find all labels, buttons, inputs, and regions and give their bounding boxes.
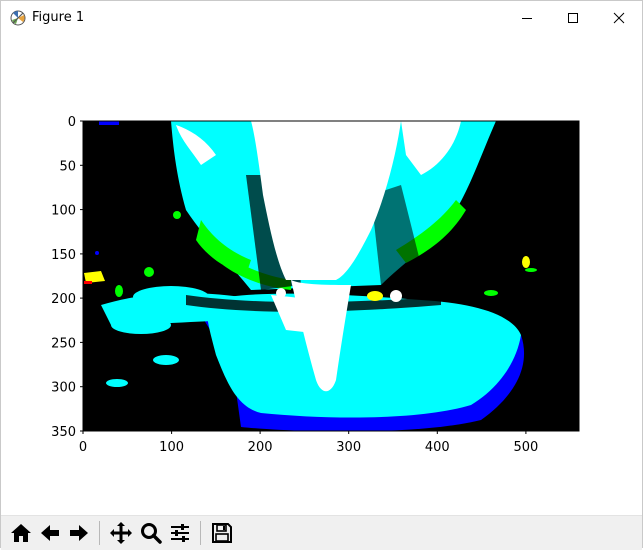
x-tick-label: 0	[79, 440, 87, 455]
image-axes: 0 50 100 150 200 250 300 350 0 100 200 3…	[51, 115, 580, 455]
pan-button[interactable]	[107, 519, 134, 546]
y-tick-label: 200	[51, 292, 76, 307]
toolbar-separator	[200, 521, 201, 545]
window-title: Figure 1	[32, 10, 85, 25]
y-tick-label: 150	[51, 248, 76, 263]
floppy-disk-icon	[211, 522, 232, 543]
maximize-icon	[568, 13, 578, 23]
title-bar[interactable]: Figure 1	[1, 1, 642, 35]
minimize-icon	[522, 18, 532, 19]
plot-canvas[interactable]: 0 50 100 150 200 250 300 350 0 100 200 3…	[1, 35, 642, 515]
x-tick-label: 200	[248, 440, 273, 455]
y-tick-label: 250	[51, 336, 76, 351]
y-tick-label: 100	[51, 204, 76, 219]
navigation-toolbar	[1, 515, 642, 550]
x-axis: 0 100 200 300 400 500	[79, 431, 538, 455]
save-button[interactable]	[208, 519, 235, 546]
home-icon	[10, 523, 31, 542]
minimize-button[interactable]	[504, 1, 550, 35]
arrow-left-icon	[40, 524, 59, 541]
x-tick-label: 500	[513, 440, 538, 455]
close-icon	[613, 12, 625, 24]
magnifier-icon	[140, 522, 162, 544]
y-tick-label: 300	[51, 381, 76, 396]
close-button[interactable]	[596, 1, 642, 35]
move-arrows-icon	[109, 521, 132, 544]
y-tick-label: 350	[51, 425, 76, 440]
x-tick-label: 400	[425, 440, 450, 455]
x-tick-label: 100	[159, 440, 184, 455]
back-button[interactable]	[36, 519, 63, 546]
x-tick-label: 300	[336, 440, 361, 455]
matplotlib-logo-icon	[10, 10, 26, 26]
y-axis: 0 50 100 150 200 250 300 350	[51, 115, 83, 440]
sliders-icon	[170, 523, 189, 542]
zoom-button[interactable]	[137, 519, 164, 546]
forward-button[interactable]	[65, 519, 92, 546]
y-tick-label: 50	[59, 159, 76, 174]
heatmap-image	[83, 121, 579, 431]
maximize-button[interactable]	[550, 1, 596, 35]
y-tick-label: 0	[68, 115, 76, 130]
home-button[interactable]	[7, 519, 34, 546]
arrow-right-icon	[69, 524, 88, 541]
figure-window: Figure 1 0 50 100 150 200 250 300 350 0 …	[0, 0, 643, 550]
configure-subplots-button[interactable]	[166, 519, 193, 546]
toolbar-separator	[99, 521, 100, 545]
